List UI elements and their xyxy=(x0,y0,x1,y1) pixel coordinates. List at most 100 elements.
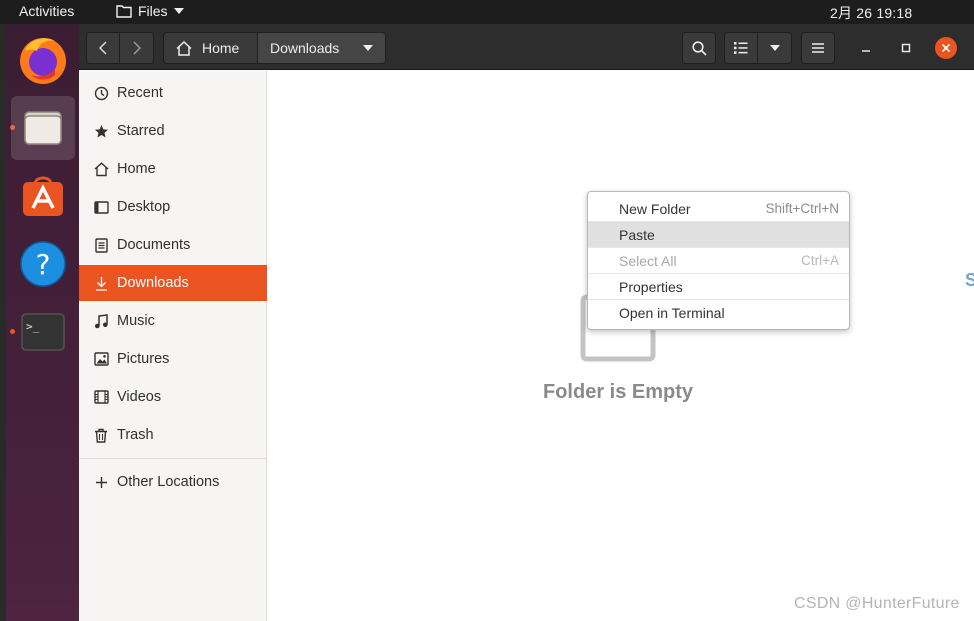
dock-software[interactable] xyxy=(11,164,75,228)
search-button[interactable] xyxy=(682,32,716,64)
clock[interactable]: 2月 26 19:18 xyxy=(830,3,912,23)
sidebar-item-label: Recent xyxy=(117,85,163,101)
sidebar-item-music[interactable]: Music xyxy=(79,303,267,339)
history-buttons xyxy=(86,32,154,64)
video-icon xyxy=(79,390,117,404)
app-menu[interactable]: Files xyxy=(116,3,184,19)
dock-help[interactable]: ? xyxy=(11,232,75,296)
sidebar-item-label: Videos xyxy=(117,389,162,405)
home-icon xyxy=(176,40,192,56)
search-icon xyxy=(691,40,707,56)
dock-files[interactable] xyxy=(11,96,75,160)
watermark: CSDN @HunterFuture xyxy=(794,595,960,612)
sidebar-item-label: Starred xyxy=(117,123,165,139)
sidebar-item-label: Downloads xyxy=(117,275,189,291)
files-icon xyxy=(24,111,62,145)
top-bar: Activities Files 2月 26 19:18 xyxy=(0,0,974,24)
hamburger-menu-icon xyxy=(812,43,824,53)
path-downloads-label: Downloads xyxy=(270,40,340,56)
maximize-button[interactable] xyxy=(895,37,917,59)
sidebar-item-downloads[interactable]: Downloads xyxy=(79,265,267,301)
list-view-button[interactable] xyxy=(724,32,758,64)
chevron-right-icon xyxy=(132,41,141,55)
desktop-icon xyxy=(79,200,117,214)
menu-item-label: Properties xyxy=(619,278,683,295)
sidebar-item-pictures[interactable]: Pictures xyxy=(79,341,267,377)
header-bar: Home Downloads xyxy=(79,24,974,70)
minimize-icon xyxy=(862,50,870,52)
sidebar-item-documents[interactable]: Documents xyxy=(79,227,267,263)
activities-button[interactable]: Activities xyxy=(19,3,74,19)
sidebar-item-recent[interactable]: Recent xyxy=(79,75,267,111)
forward-button[interactable] xyxy=(120,32,154,64)
menu-item-label: Open in Terminal xyxy=(619,305,725,321)
software-icon xyxy=(23,176,63,216)
dock-firefox[interactable] xyxy=(11,29,75,93)
back-button[interactable] xyxy=(86,32,120,64)
menu-item-shortcut: Ctrl+A xyxy=(801,253,839,268)
star-icon xyxy=(79,124,117,139)
menu-item-open-in-terminal[interactable]: Open in Terminal xyxy=(588,300,849,326)
caret-down-icon xyxy=(769,45,780,51)
home-icon xyxy=(79,161,117,177)
sidebar-item-label: Other Locations xyxy=(117,474,220,490)
firefox-icon xyxy=(20,38,66,84)
maximize-icon xyxy=(901,43,911,53)
plus-icon xyxy=(79,476,117,489)
sidebar-item-trash[interactable]: Trash xyxy=(79,417,267,453)
chevron-left-icon xyxy=(99,41,107,55)
dock: ? >_ xyxy=(0,24,79,621)
minimize-button[interactable] xyxy=(855,37,877,59)
empty-folder-message: Folder is Empty xyxy=(542,381,694,403)
music-icon xyxy=(79,313,117,329)
sidebar-item-label: Home xyxy=(117,161,156,177)
sidebar-item-label: Pictures xyxy=(117,351,170,367)
trash-icon xyxy=(79,428,117,443)
sidebar-item-desktop[interactable]: Desktop xyxy=(79,189,267,225)
menu-item-label: Paste xyxy=(619,226,655,243)
svg-text:>_: >_ xyxy=(26,320,40,333)
sidebar-item-home[interactable]: Home xyxy=(79,151,267,187)
menu-item-select-all[interactable]: Select All Ctrl+A xyxy=(588,248,849,274)
sidebar-item-label: Trash xyxy=(117,427,154,443)
folder-icon xyxy=(116,5,132,18)
caret-down-icon xyxy=(363,45,373,51)
main-menu-button[interactable] xyxy=(801,32,835,64)
document-icon xyxy=(79,237,117,253)
edge-glyph: S xyxy=(965,270,974,290)
sidebar-item-label: Desktop xyxy=(117,199,171,215)
dock-terminal[interactable]: >_ xyxy=(11,300,75,364)
sidebar-item-label: Music xyxy=(117,313,155,329)
path-home-label: Home xyxy=(202,40,240,56)
sidebar-divider xyxy=(79,458,267,459)
svg-text:?: ? xyxy=(36,248,51,281)
menu-item-new-folder[interactable]: New Folder Shift+Ctrl+N xyxy=(588,196,849,222)
sidebar: Recent Starred Home Desktop Documents Do… xyxy=(79,71,267,621)
view-options-button[interactable] xyxy=(758,32,792,64)
app-menu-label: Files xyxy=(138,3,168,19)
path-home-button[interactable]: Home xyxy=(163,32,258,64)
menu-item-shortcut: Shift+Ctrl+N xyxy=(765,201,839,216)
clock-icon xyxy=(79,86,117,101)
caret-down-icon xyxy=(173,8,184,14)
close-icon xyxy=(941,43,951,53)
sidebar-item-other-locations[interactable]: Other Locations xyxy=(79,464,267,500)
close-button[interactable] xyxy=(935,37,957,59)
list-view-icon xyxy=(734,42,748,54)
help-icon: ? xyxy=(20,241,66,287)
view-buttons xyxy=(724,32,792,64)
context-menu: New Folder Shift+Ctrl+N Paste Select All… xyxy=(587,191,850,330)
menu-item-label: New Folder xyxy=(619,200,691,217)
sidebar-item-label: Documents xyxy=(117,237,191,253)
download-icon xyxy=(79,276,117,291)
picture-icon xyxy=(79,352,117,366)
terminal-icon: >_ xyxy=(21,313,65,351)
menu-item-paste[interactable]: Paste xyxy=(588,222,849,248)
sidebar-item-videos[interactable]: Videos xyxy=(79,379,267,415)
file-view[interactable]: Folder is Empty xyxy=(268,71,974,621)
menu-item-properties[interactable]: Properties xyxy=(588,274,849,300)
path-downloads-button[interactable]: Downloads xyxy=(258,32,386,64)
menu-item-label: Select All xyxy=(619,252,677,269)
path-bar: Home Downloads xyxy=(163,32,386,64)
sidebar-item-starred[interactable]: Starred xyxy=(79,113,267,149)
